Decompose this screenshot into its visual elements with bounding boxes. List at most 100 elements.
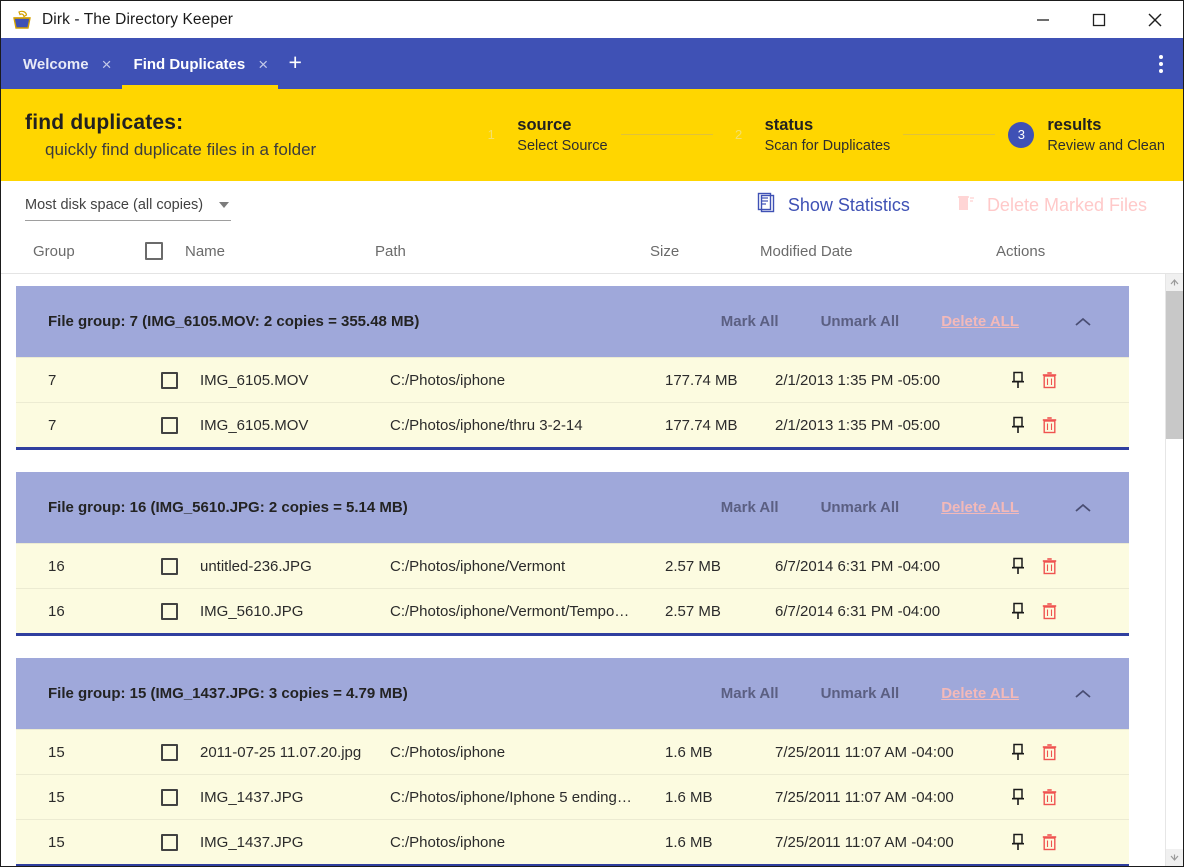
delete-all-button[interactable]: Delete ALL: [941, 685, 1019, 702]
delete-all-button[interactable]: Delete ALL: [941, 313, 1019, 330]
file-group-actions: Mark All Unmark All Delete ALL: [721, 499, 1129, 516]
column-header-path[interactable]: Path: [375, 243, 650, 260]
scrollbar-thumb[interactable]: [1166, 291, 1183, 439]
row-delete-icon[interactable]: [1042, 602, 1057, 620]
cell-select[interactable]: [138, 788, 200, 806]
cell-path: C:/Photos/iphone/Iphone 5 ending…: [390, 788, 632, 806]
cell-size: 177.74 MB: [665, 371, 738, 389]
table-row[interactable]: 15 IMG_1437.JPG C:/Photos/iphone 1.6 MB …: [16, 819, 1129, 864]
select-all-checkbox[interactable]: [145, 242, 163, 260]
row-delete-icon[interactable]: [1042, 371, 1057, 389]
tab-find-duplicates[interactable]: Find Duplicates ×: [121, 38, 279, 89]
column-header-select-all[interactable]: [123, 242, 185, 260]
row-checkbox[interactable]: [160, 371, 178, 389]
pin-icon[interactable]: [1011, 557, 1025, 575]
cell-actions: [995, 788, 1105, 806]
window-title: Dirk - The Directory Keeper: [42, 10, 234, 28]
mark-all-button[interactable]: Mark All: [721, 685, 779, 702]
cell-path: C:/Photos/iphone: [390, 371, 506, 389]
wizard-stepper: 1 source Select Source 2 status Scan for…: [478, 116, 1165, 155]
tab-welcome[interactable]: Welcome ×: [11, 38, 122, 89]
table-row[interactable]: 15 IMG_1437.JPG C:/Photos/iphone/Iphone …: [16, 774, 1129, 819]
pin-icon[interactable]: [1011, 743, 1025, 761]
cell-select[interactable]: [138, 833, 200, 851]
unmark-all-button[interactable]: Unmark All: [821, 685, 900, 702]
chevron-up-icon[interactable]: [1063, 316, 1103, 328]
cell-name: IMG_6105.MOV: [200, 371, 309, 389]
chevron-up-icon[interactable]: [1063, 688, 1103, 700]
new-tab-button[interactable]: +: [278, 38, 312, 89]
cell-actions: [995, 416, 1105, 434]
row-checkbox[interactable]: [160, 416, 178, 434]
row-checkbox[interactable]: [160, 788, 178, 806]
pin-icon[interactable]: [1011, 371, 1025, 389]
file-group-header[interactable]: File group: 7 (IMG_6105.MOV: 2 copies = …: [16, 286, 1129, 357]
scrollbar-track[interactable]: [1166, 291, 1183, 849]
table-row[interactable]: 16 IMG_5610.JPG C:/Photos/iphone/Vermont…: [16, 588, 1129, 633]
file-group-header[interactable]: File group: 15 (IMG_1437.JPG: 3 copies =…: [16, 658, 1129, 729]
pin-icon[interactable]: [1011, 416, 1025, 434]
file-group: File group: 16 (IMG_5610.JPG: 2 copies =…: [16, 472, 1129, 636]
column-header-name[interactable]: Name: [185, 243, 375, 260]
cell-group: 7: [48, 371, 57, 389]
unmark-all-button[interactable]: Unmark All: [821, 313, 900, 330]
chevron-up-icon[interactable]: [1063, 502, 1103, 514]
column-header-size[interactable]: Size: [650, 243, 760, 260]
minimize-button[interactable]: [1015, 1, 1071, 38]
pin-icon[interactable]: [1011, 833, 1025, 851]
table-row[interactable]: 7 IMG_6105.MOV C:/Photos/iphone/thru 3-2…: [16, 402, 1129, 447]
column-header-modified-date[interactable]: Modified Date: [760, 243, 980, 260]
row-checkbox[interactable]: [160, 602, 178, 620]
mark-all-button[interactable]: Mark All: [721, 313, 779, 330]
mark-all-button[interactable]: Mark All: [721, 499, 779, 516]
row-checkbox[interactable]: [160, 557, 178, 575]
scroll-down-button[interactable]: [1166, 849, 1183, 866]
tab-welcome-close-icon[interactable]: ×: [102, 54, 112, 73]
cell-select[interactable]: [138, 602, 200, 620]
row-delete-icon[interactable]: [1042, 833, 1057, 851]
file-group: File group: 15 (IMG_1437.JPG: 3 copies =…: [16, 658, 1129, 866]
kebab-menu-icon[interactable]: [1139, 38, 1183, 89]
row-checkbox[interactable]: [160, 743, 178, 761]
unmark-all-button[interactable]: Unmark All: [821, 499, 900, 516]
row-delete-icon[interactable]: [1042, 557, 1057, 575]
close-button[interactable]: [1127, 1, 1183, 38]
file-group: File group: 7 (IMG_6105.MOV: 2 copies = …: [16, 286, 1129, 450]
step-status-text: status Scan for Duplicates: [765, 116, 891, 155]
cell-select[interactable]: [138, 557, 200, 575]
cell-select[interactable]: [138, 371, 200, 389]
vertical-scrollbar[interactable]: [1165, 274, 1183, 866]
row-delete-icon[interactable]: [1042, 743, 1057, 761]
step-connector-1: [620, 134, 713, 136]
column-header-group[interactable]: Group: [1, 243, 123, 260]
step-source-title: source: [517, 115, 572, 134]
scroll-up-button[interactable]: [1166, 274, 1183, 291]
file-group-actions: Mark All Unmark All Delete ALL: [721, 685, 1129, 702]
step-results[interactable]: 3 results Review and Clean: [1008, 116, 1165, 155]
cell-select[interactable]: [138, 416, 200, 434]
tab-find-duplicates-close-icon[interactable]: ×: [258, 54, 268, 73]
step-status-number: 2: [734, 127, 743, 143]
cell-actions: [995, 371, 1105, 389]
cell-size: 1.6 MB: [665, 788, 713, 806]
delete-all-button[interactable]: Delete ALL: [941, 499, 1019, 516]
delete-marked-files-button[interactable]: Delete Marked Files: [956, 193, 1147, 218]
row-delete-icon[interactable]: [1042, 788, 1057, 806]
show-statistics-button[interactable]: Show Statistics: [757, 192, 910, 219]
table-column-headers: Group Name Path Size Modified Date Actio…: [1, 229, 1183, 274]
table-row[interactable]: 15 2011-07-25 11.07.20.jpg C:/Photos/iph…: [16, 729, 1129, 774]
pin-icon[interactable]: [1011, 602, 1025, 620]
step-source[interactable]: 1 source Select Source: [478, 115, 608, 155]
file-group-actions: Mark All Unmark All Delete ALL: [721, 313, 1129, 330]
table-row[interactable]: 7 IMG_6105.MOV C:/Photos/iphone 177.74 M…: [16, 357, 1129, 402]
row-checkbox[interactable]: [160, 833, 178, 851]
table-row[interactable]: 16 untitled-236.JPG C:/Photos/iphone/Ver…: [16, 543, 1129, 588]
step-status[interactable]: 2 status Scan for Duplicates: [726, 116, 891, 155]
cell-select[interactable]: [138, 743, 200, 761]
pin-icon[interactable]: [1011, 788, 1025, 806]
file-group-header[interactable]: File group: 16 (IMG_5610.JPG: 2 copies =…: [16, 472, 1129, 543]
show-statistics-label: Show Statistics: [787, 194, 910, 215]
maximize-button[interactable]: [1071, 1, 1127, 38]
sort-order-select[interactable]: Most disk space (all copies): [25, 195, 231, 221]
row-delete-icon[interactable]: [1042, 416, 1057, 434]
